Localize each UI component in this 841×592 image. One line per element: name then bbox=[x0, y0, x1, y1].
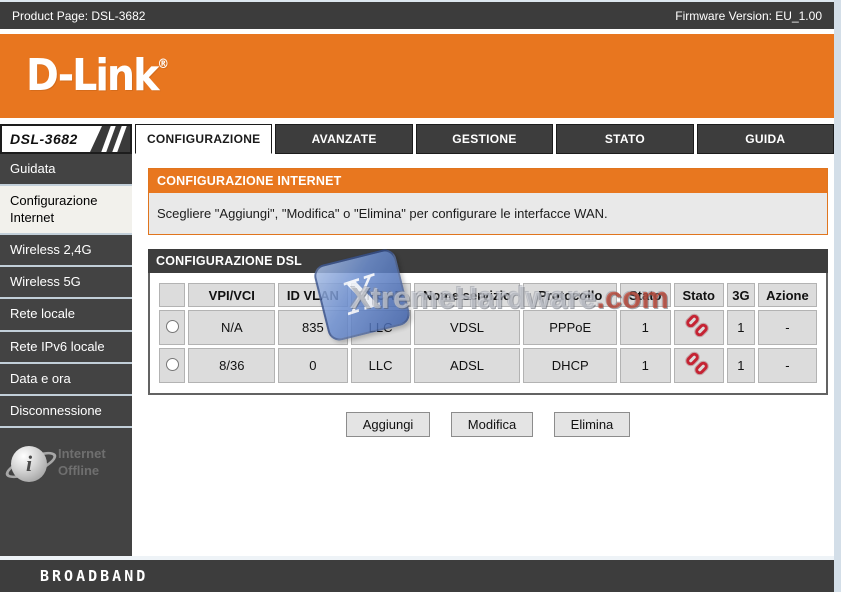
cell-protocollo: PPPoE bbox=[523, 310, 617, 345]
cell-encap: LLC bbox=[350, 310, 411, 345]
broken-link-icon bbox=[684, 350, 711, 377]
action-buttons: Aggiungi Modifica Elimina bbox=[148, 412, 828, 437]
cell-nome-servizio: ADSL bbox=[413, 348, 521, 383]
cell-link-status bbox=[673, 310, 724, 345]
table-row: N/A 835 LLC VDSL PPPoE 1 1 - bbox=[159, 310, 817, 345]
cell-3g: 1 bbox=[727, 348, 755, 383]
tab-configurazione[interactable]: CONFIGURAZIONE bbox=[135, 124, 273, 154]
col-3g: 3G bbox=[727, 283, 755, 307]
cell-vpi-vci: N/A bbox=[188, 310, 276, 345]
cell-azione: - bbox=[757, 310, 817, 345]
table-row: 8/36 0 LLC ADSL DHCP 1 1 - bbox=[159, 348, 817, 383]
cell-encap: LLC bbox=[350, 348, 411, 383]
sidebar-item-wireless-5g[interactable]: Wireless 5G bbox=[0, 267, 132, 298]
cell-link-status bbox=[673, 348, 724, 383]
sidebar-nav: Guidata Configurazione Internet Wireless… bbox=[0, 154, 132, 556]
sidebar-item-rete-locale[interactable]: Rete locale bbox=[0, 299, 132, 330]
globe-info-icon: i bbox=[2, 442, 60, 486]
window-top-bar: Product Page: DSL-3682 Firmware Version:… bbox=[0, 2, 834, 29]
model-badge: DSL-3682 bbox=[0, 124, 132, 154]
router-admin-page: Product Page: DSL-3682 Firmware Version:… bbox=[0, 0, 835, 592]
section-title-internet: CONFIGURAZIONE INTERNET bbox=[149, 169, 827, 193]
wan-row-radio[interactable] bbox=[165, 319, 179, 333]
broadband-logo: BROADBAND bbox=[40, 567, 149, 585]
col-stato-2: Stato bbox=[673, 283, 724, 307]
col-encap: ENCAP bbox=[350, 283, 411, 307]
sidebar-status-area: i Internet Offline bbox=[0, 428, 132, 556]
cell-vpi-vci: 8/36 bbox=[188, 348, 276, 383]
cell-azione: - bbox=[757, 348, 817, 383]
product-page-label: Product Page: DSL-3682 bbox=[12, 8, 146, 23]
cell-id-vlan: 0 bbox=[278, 348, 348, 383]
tab-guida[interactable]: GUIDA bbox=[696, 124, 835, 154]
sidebar-item-disconnessione[interactable]: Disconnessione bbox=[0, 396, 132, 427]
col-stato-1: Stato bbox=[620, 283, 671, 307]
col-vpi-vci: VPI/VCI bbox=[188, 283, 276, 307]
main-nav-tabs: DSL-3682 CONFIGURAZIONE AVANZATE GESTION… bbox=[0, 124, 835, 154]
internet-status-label: Internet Offline bbox=[58, 446, 106, 479]
elimina-button[interactable]: Elimina bbox=[553, 412, 631, 437]
cell-protocollo: DHCP bbox=[523, 348, 617, 383]
section-title-dsl: CONFIGURAZIONE DSL bbox=[148, 249, 828, 273]
tab-stato[interactable]: STATO bbox=[556, 124, 694, 154]
cell-3g: 1 bbox=[727, 310, 755, 345]
registered-mark: ® bbox=[157, 57, 170, 72]
footer-bar: BROADBAND bbox=[0, 560, 834, 592]
sidebar-item-data-e-ora[interactable]: Data e ora bbox=[0, 363, 132, 394]
col-protocollo: Protocollo bbox=[523, 283, 617, 307]
col-azione: Azione bbox=[757, 283, 817, 307]
sidebar-item-guidata[interactable]: Guidata bbox=[0, 154, 132, 185]
sidebar-item-configurazione-internet[interactable]: Configurazione Internet bbox=[0, 186, 132, 233]
wan-interfaces-table: VPI/VCI ID VLAN ENCAP Nome servizio Prot… bbox=[156, 280, 820, 386]
tab-gestione[interactable]: GESTIONE bbox=[415, 124, 554, 154]
cell-stato: 1 bbox=[620, 348, 671, 383]
col-id-vlan: ID VLAN bbox=[278, 283, 348, 307]
section-configurazione-internet: CONFIGURAZIONE INTERNET Scegliere "Aggiu… bbox=[148, 168, 828, 235]
cell-id-vlan: 835 bbox=[278, 310, 348, 345]
section-description: Scegliere "Aggiungi", "Modifica" o "Elim… bbox=[149, 193, 827, 234]
table-header-row: VPI/VCI ID VLAN ENCAP Nome servizio Prot… bbox=[159, 283, 817, 307]
wan-table-container: VPI/VCI ID VLAN ENCAP Nome servizio Prot… bbox=[148, 273, 828, 395]
brand-header: D-Link® bbox=[0, 34, 834, 118]
dlink-logo: D-Link® bbox=[26, 50, 170, 101]
wan-row-radio[interactable] bbox=[165, 357, 179, 371]
sidebar-item-wireless-24g[interactable]: Wireless 2,4G bbox=[0, 234, 132, 265]
col-select bbox=[159, 283, 186, 307]
internet-status: i Internet Offline bbox=[2, 442, 132, 486]
sidebar-item-rete-ipv6-locale[interactable]: Rete IPv6 locale bbox=[0, 331, 132, 362]
broken-link-icon bbox=[684, 312, 711, 339]
modifica-button[interactable]: Modifica bbox=[450, 412, 534, 437]
tab-avanzate[interactable]: AVANZATE bbox=[275, 124, 413, 154]
cell-stato: 1 bbox=[620, 310, 671, 345]
aggiungi-button[interactable]: Aggiungi bbox=[345, 412, 431, 437]
firmware-version-label: Firmware Version: EU_1.00 bbox=[675, 8, 822, 23]
main-content: CONFIGURAZIONE INTERNET Scegliere "Aggiu… bbox=[132, 154, 834, 556]
model-label: DSL-3682 bbox=[10, 131, 78, 147]
col-nome-servizio: Nome servizio bbox=[413, 283, 521, 307]
cell-nome-servizio: VDSL bbox=[413, 310, 521, 345]
